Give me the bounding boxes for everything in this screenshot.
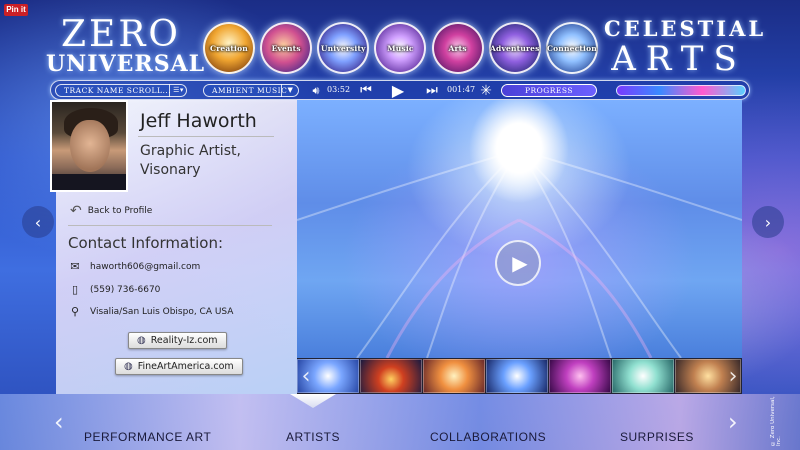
email-row: ✉ haworth606@gmail.com [68,260,200,273]
progress-label: PROGRESS [524,86,574,95]
nav-orb-adventures[interactable]: Adventures [488,22,541,74]
bottom-nav-collaborations[interactable]: COLLABORATIONS [430,430,546,444]
map-pin-icon: ⚲ [70,305,80,318]
thumbnail[interactable] [549,359,611,393]
phone-text[interactable]: (559) 736-6670 [90,285,160,295]
logo-right-line-2: ARTS [611,39,747,79]
thumbnail[interactable] [486,359,548,393]
progress-bar[interactable]: PROGRESS [501,84,597,97]
location-row: ⚲ Visalia/San Luis Obispo, CA USA [68,305,234,318]
location-text: Visalia/San Luis Obispo, CA USA [90,306,234,317]
pinit-button[interactable]: Pin it [4,4,28,16]
phone-row: ▯ (559) 736-6670 [68,283,160,296]
nav-orb-events[interactable]: Events [260,22,313,74]
nav-orb-label: Adventures [490,43,540,53]
artist-title: Graphic Artist, Visonary [140,143,241,178]
star-icon[interactable]: ✳ [479,82,493,99]
waveform-icon [616,85,746,96]
globe-icon: ◍ [124,361,133,372]
bottom-nav-artists[interactable]: ARTISTS [286,430,340,444]
link-label: FineArtAmerica.com [137,361,234,372]
fast-forward-icon[interactable]: ⏭︎ [421,82,443,99]
music-player-bar: TRACK NAME SCROLL... ☰▾ AMBIENT MUSIC ▼ … [50,80,750,100]
rewind-icon[interactable]: ⏮︎ [355,82,377,99]
logo-line-2: UNIVERSAL [46,51,206,77]
bottom-nav-performance-art[interactable]: PERFORMANCE ART [84,430,211,444]
bottom-navigation: PERFORMANCE ART ARTISTS COLLABORATIONS S… [0,394,800,450]
list-dropdown-icon[interactable]: ☰▾ [169,84,187,97]
next-page-arrow[interactable]: › [752,206,784,238]
track-name-text: TRACK NAME SCROLL... [64,86,172,95]
nav-orb-connection[interactable]: Connection [545,22,598,74]
thumbnail[interactable] [423,359,485,393]
email-text[interactable]: haworth606@gmail.com [90,262,200,272]
contact-heading: Contact Information: [68,234,224,252]
chevron-left-icon: ‹ [34,212,42,232]
nav-orb-arts[interactable]: Arts [431,22,484,74]
back-to-profile-link[interactable]: ↶ Back to Profile [70,203,152,219]
divider [138,136,274,137]
chevron-right-icon: › [764,212,772,232]
link-label: Reality-Iz.com [150,335,218,346]
speaker-icon[interactable]: 🔊︎ [309,82,323,99]
nav-orb-label: University [320,43,366,53]
remaining-time: 001:47 [447,85,476,94]
thumbnail[interactable] [612,359,674,393]
artist-photo [50,100,128,192]
reply-arrow-icon: ↶ [70,203,82,219]
nav-orb-label: Creation [210,43,248,53]
thumbnail-strip: ‹ › [297,358,742,394]
artist-name: Jeff Haworth [140,110,257,132]
nav-orb-university[interactable]: University [317,22,370,74]
nav-orb-label: Arts [448,43,467,53]
globe-icon: ◍ [137,335,146,346]
back-label: Back to Profile [87,206,153,216]
nav-orb-label: Music [387,43,414,53]
play-icon[interactable]: ▶ [389,81,407,100]
play-circle-icon[interactable]: ▶ [495,240,541,286]
chevron-right-icon[interactable]: › [728,408,738,436]
photo-face [70,120,110,172]
photo-shirt [52,174,126,190]
divider [68,225,272,226]
reality-iz-link-button[interactable]: ◍ Reality-Iz.com [128,332,227,349]
light-rays [297,149,742,358]
thumbnail[interactable] [360,359,422,393]
chevron-right-icon[interactable]: › [726,358,740,394]
chevron-left-icon[interactable]: ‹ [54,408,64,436]
genre-select[interactable]: AMBIENT MUSIC ▼ [203,84,299,97]
nav-orb-label: Events [271,43,301,53]
envelope-icon: ✉ [70,260,80,273]
nav-orb-label: Connection [546,43,597,53]
elapsed-time: 03:52 [327,85,351,94]
orb-navigation: Creation Events University Music Arts Ad… [203,22,598,74]
bottom-nav-surprises[interactable]: SURPRISES [620,430,694,444]
track-name-field[interactable]: TRACK NAME SCROLL... ☰▾ [55,84,187,97]
chevron-down-icon[interactable]: ▼ [281,84,299,97]
zero-universal-logo[interactable]: ZERO UNIVERSAL [46,14,206,77]
artist-profile-panel: Jeff Haworth Graphic Artist, Visonary ↶ … [50,100,297,394]
celestial-arts-logo: CELESTIAL ARTS [604,16,763,79]
genre-text: AMBIENT MUSIC [212,86,288,95]
copyright-text: © Zero Universal, Inc. [770,396,782,446]
chevron-left-icon[interactable]: ‹ [299,358,313,394]
artwork-video[interactable]: ▶ [297,100,742,358]
nav-orb-music[interactable]: Music [374,22,427,74]
prev-page-arrow[interactable]: ‹ [22,206,54,238]
nav-orb-creation[interactable]: Creation [203,22,255,74]
fineartamerica-link-button[interactable]: ◍ FineArtAmerica.com [115,358,243,375]
phone-icon: ▯ [71,283,79,296]
logo-line-1: ZERO [61,14,181,55]
